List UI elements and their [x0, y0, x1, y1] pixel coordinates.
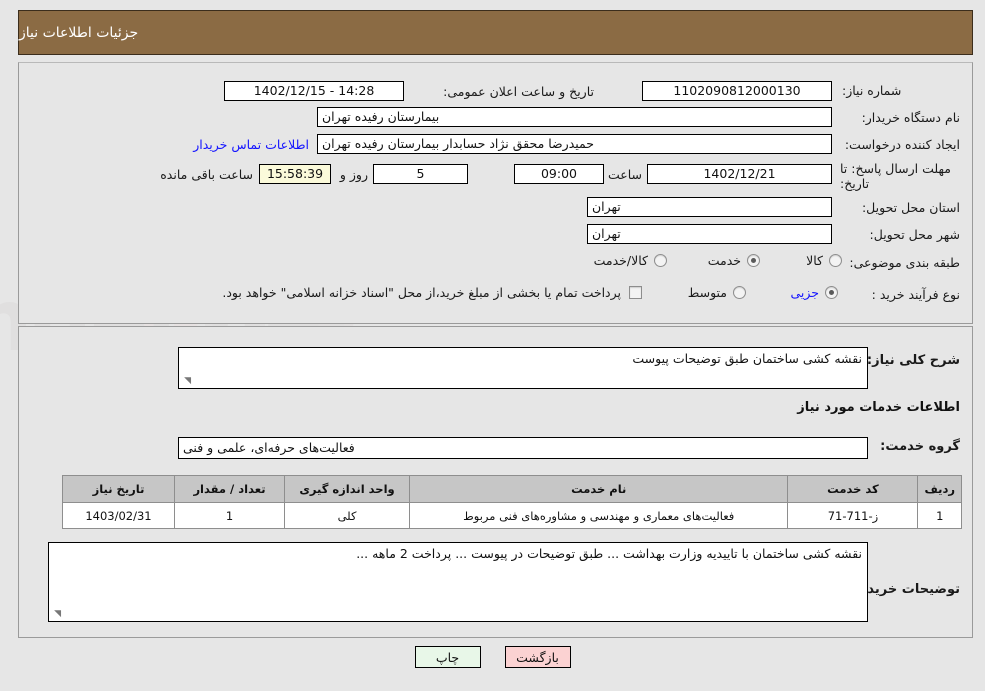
radio-jozi[interactable]: [825, 286, 838, 299]
cell-date: 1403/02/31: [62, 502, 175, 529]
radio-kala-khedmat[interactable]: [654, 254, 667, 267]
print-button[interactable]: چاپ: [414, 646, 481, 668]
purchase-process-label: نوع فرآیند خرید :: [871, 287, 960, 302]
purchase-option-motevaset-label: متوسط: [687, 285, 727, 300]
col-qty: تعداد / مقدار: [174, 475, 285, 503]
cell-name: فعالیت‌های معماری و مهندسی و مشاوره‌های …: [408, 502, 789, 529]
table-row[interactable]: 1 ز-711-71 فعالیت‌های معماری و مهندسی و …: [62, 502, 962, 529]
buyer-org-label: نام دستگاه خریدار:: [861, 110, 960, 125]
services-section-heading: اطلاعات خدمات مورد نیاز: [797, 400, 960, 415]
general-description-textarea[interactable]: نقشه کشی ساختمان طبق توضیحات پیوست ◥: [178, 347, 868, 389]
cell-code: ز-711-71: [787, 502, 919, 529]
city-field[interactable]: تهران: [587, 224, 832, 244]
footer-button-bar: بازگشت چاپ: [0, 646, 985, 668]
deadline-countdown-timer: 15:58:39: [259, 164, 331, 184]
treasury-bond-checkbox-group[interactable]: پرداخت تمام یا بخشی از مبلغ خرید،از محل …: [222, 285, 642, 300]
deadline-hour-field[interactable]: 09:00: [514, 164, 604, 184]
general-description-value: نقشه کشی ساختمان طبق توضیحات پیوست: [632, 351, 862, 366]
col-name: نام خدمت: [408, 475, 789, 503]
announce-datetime-label: تاریخ و ساعت اعلان عمومی:: [443, 84, 594, 99]
buyer-contact-link[interactable]: اطلاعات تماس خریدار: [193, 137, 309, 152]
page-root: riaTender.net جزئیات اطلاعات نیاز شماره …: [0, 0, 985, 691]
cell-radif: 1: [917, 502, 962, 529]
resize-grip-icon-2[interactable]: ◥: [51, 610, 61, 620]
col-unit: واحد اندازه گیری: [284, 475, 410, 503]
purchase-option-motevaset[interactable]: متوسط: [688, 285, 746, 300]
deadline-date-field[interactable]: 1402/12/21: [647, 164, 832, 184]
resize-grip-icon[interactable]: ◥: [181, 377, 191, 387]
requester-label: ایجاد کننده درخواست:: [844, 137, 960, 152]
purchase-option-jozi-label: جزیی: [790, 285, 819, 300]
buyer-notes-textarea[interactable]: نقشه کشی ساختمان با تاییدیه وزارت بهداشت…: [48, 542, 868, 622]
category-option-kala-khedmat[interactable]: کالا/خدمت: [594, 253, 667, 268]
table-header-row: ردیف کد خدمت نام خدمت واحد اندازه گیری ت…: [62, 475, 962, 503]
treasury-bond-checkbox[interactable]: [629, 286, 642, 299]
category-option-khedmat[interactable]: خدمت: [708, 253, 760, 268]
category-option-kala-khedmat-label: کالا/خدمت: [593, 253, 648, 268]
province-field[interactable]: تهران: [587, 197, 832, 217]
category-option-khedmat-label: خدمت: [707, 253, 741, 268]
city-label: شهر محل تحویل:: [869, 227, 960, 242]
radio-motevaset[interactable]: [733, 286, 746, 299]
purchase-option-jozi[interactable]: جزیی: [790, 285, 838, 300]
deadline-label: مهلت ارسال پاسخ: تا تاریخ:: [840, 161, 951, 191]
service-group-label: گروه خدمت:: [880, 439, 960, 454]
general-description-label: شرح کلی نیاز:: [866, 353, 960, 368]
category-option-kala[interactable]: کالا: [806, 253, 842, 268]
need-number-row: شماره نیاز:: [842, 83, 960, 98]
back-button[interactable]: بازگشت: [504, 646, 571, 668]
deadline-days-field[interactable]: 5: [373, 164, 468, 184]
radio-khedmat[interactable]: [747, 254, 760, 267]
deadline-hour-label: ساعت: [607, 167, 642, 182]
need-number-field[interactable]: 1102090812000130: [642, 81, 832, 101]
deadline-days-suffix: روز و: [339, 167, 368, 182]
need-summary-panel: شماره نیاز: 1102090812000130 تاریخ و ساع…: [18, 62, 973, 324]
deadline-timer-suffix: ساعت باقی مانده: [160, 167, 253, 182]
col-date: تاریخ نیاز: [62, 475, 175, 503]
requester-field[interactable]: حمیدرضا محقق نژاد حسابدار بیمارستان رفید…: [317, 134, 832, 154]
services-table: ردیف کد خدمت نام خدمت واحد اندازه گیری ت…: [62, 475, 962, 529]
need-number-label: شماره نیاز:: [842, 83, 902, 98]
need-details-panel: شرح کلی نیاز: نقشه کشی ساختمان طبق توضیح…: [18, 326, 973, 638]
province-label: استان محل تحویل:: [861, 200, 960, 215]
page-title: جزئیات اطلاعات نیاز: [19, 24, 139, 41]
announce-datetime-field[interactable]: 14:28 - 1402/12/15: [224, 81, 404, 101]
col-radif: ردیف: [917, 475, 962, 503]
treasury-bond-text: پرداخت تمام یا بخشی از مبلغ خرید،از محل …: [222, 285, 621, 300]
service-group-field[interactable]: فعالیت‌های حرفه‌ای، علمی و فنی: [178, 437, 868, 459]
window-title-bar: جزئیات اطلاعات نیاز: [18, 10, 973, 55]
buyer-org-field[interactable]: بیمارستان رفیده تهران: [317, 107, 832, 127]
cell-unit: کلی: [284, 502, 410, 529]
col-code: کد خدمت: [787, 475, 919, 503]
cell-qty: 1: [174, 502, 285, 529]
buyer-notes-value: نقشه کشی ساختمان با تاییدیه وزارت بهداشت…: [356, 546, 862, 561]
category-option-kala-label: کالا: [806, 253, 823, 268]
category-label: طبقه بندی موضوعی:: [849, 255, 960, 270]
radio-kala[interactable]: [829, 254, 842, 267]
